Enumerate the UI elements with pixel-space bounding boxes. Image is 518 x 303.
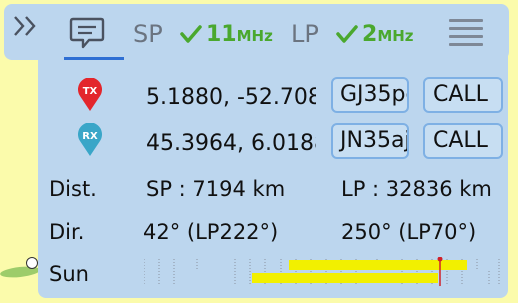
direction-label: Dir. [49,220,85,244]
lp-distance: LP : 32836 km [341,177,492,201]
rx-pin-icon: RX [76,122,104,161]
check-icon [180,24,202,48]
tx-coordinates: 5.1880, -52.7080 [146,85,316,110]
sun-label: Sun [49,262,89,286]
tx-locator-field[interactable]: GJ35pe [331,77,409,113]
lp-daylight-bar [252,273,438,283]
hamburger-menu-icon[interactable] [449,19,483,49]
sp-band-value: 11MHz [206,22,273,47]
rx-coordinates: 45.3964, 6.0188 [146,131,316,156]
distance-label: Dist. [49,177,97,201]
sp-distance: SP : 7194 km [146,177,286,201]
chat-message-icon [69,16,105,54]
lp-band-value: 2MHz [362,22,414,47]
check-icon [336,24,358,48]
sp-band-label: SP [133,20,163,48]
lp-direction: 250° (LP70°) [341,220,477,244]
double-chevron-right-icon[interactable] [12,12,40,40]
svg-text:TX: TX [83,86,98,97]
rx-locator-field[interactable]: JN35aj [331,123,409,159]
path-info-panel: SP 11MHz LP 2MHz TX 5.1880, -52.7080 GJ3… [0,0,518,303]
tx-call-button[interactable]: CALL [423,77,503,113]
rx-call-button[interactable]: CALL [423,123,503,159]
tab-chat[interactable] [64,8,124,60]
sun-daylight-chart [144,257,500,286]
svg-text:RX: RX [82,131,98,142]
lp-band-label: LP [291,20,319,48]
sp-direction: 42° (LP222°) [143,220,279,244]
tx-pin-icon: TX [76,77,104,116]
